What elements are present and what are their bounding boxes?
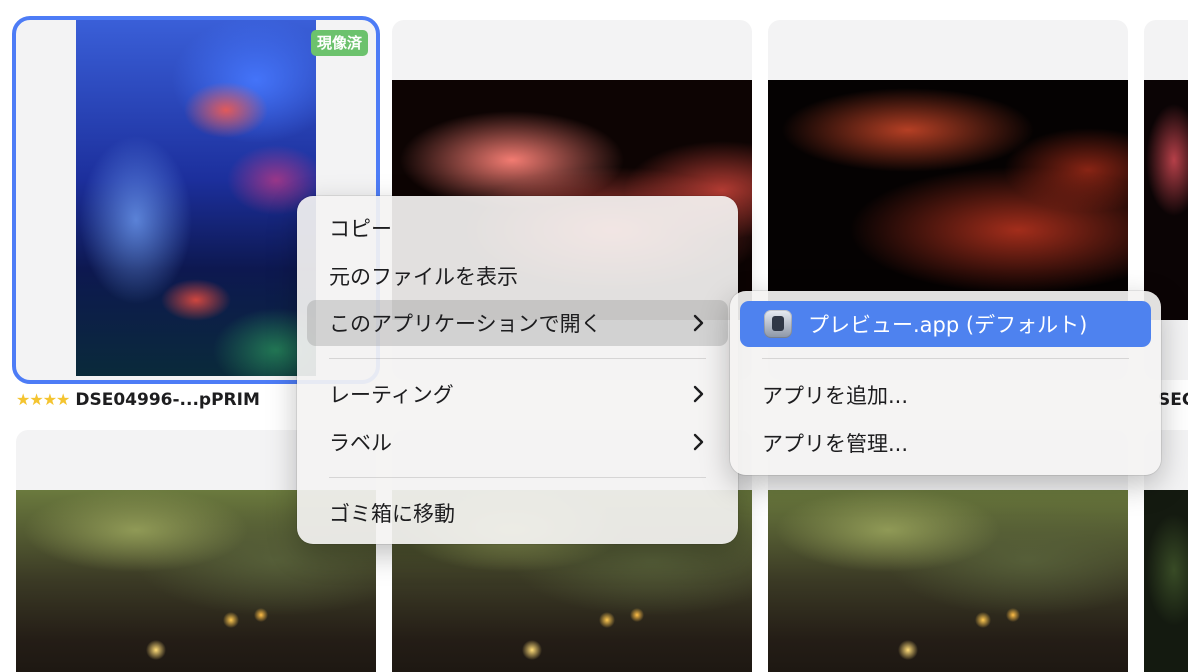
submenu-item-label: アプリを追加... (762, 384, 909, 408)
menu-item-label: 元のファイルを表示 (329, 265, 518, 289)
submenu-item-label: アプリを管理... (762, 432, 909, 456)
photo-caption: ★★★★ DSE04996-...pPRIM (16, 390, 260, 410)
menu-item-copy[interactable]: コピー (307, 205, 728, 251)
photo-thumbnail (1144, 80, 1188, 320)
chevron-right-icon (693, 314, 704, 332)
open-with-submenu: プレビュー.app (デフォルト) アプリを追加... アプリを管理... (730, 291, 1161, 475)
submenu-item-add-app[interactable]: アプリを追加... (740, 372, 1151, 418)
preview-app-icon (764, 310, 792, 338)
menu-item-label: このアプリケーションで開く (329, 312, 602, 336)
photo-filename: DSE04996-...pPRIM (75, 390, 260, 410)
photo-caption-fragment: SEC (1158, 390, 1188, 410)
submenu-item-preview[interactable]: プレビュー.app (デフォルト) (740, 301, 1151, 347)
chevron-right-icon (693, 433, 704, 451)
menu-item-show-original[interactable]: 元のファイルを表示 (307, 253, 728, 299)
menu-item-label: コピー (329, 217, 392, 241)
menu-item-rating[interactable]: レーティング (307, 371, 728, 417)
menu-item-open-with[interactable]: このアプリケーションで開く (307, 300, 728, 346)
photo-thumbnail (1144, 490, 1188, 672)
photo-thumbnail (768, 80, 1128, 320)
menu-separator (329, 358, 706, 359)
context-menu: コピー 元のファイルを表示 このアプリケーションで開く レーティング ラベル ゴ… (297, 196, 738, 544)
menu-item-label: ゴミ箱に移動 (329, 502, 455, 526)
photo-thumbnail (76, 20, 316, 376)
submenu-item-label: プレビュー.app (デフォルト) (808, 313, 1088, 337)
rating-stars: ★★★★ (16, 390, 70, 409)
chevron-right-icon (693, 385, 704, 403)
menu-separator (329, 477, 706, 478)
menu-item-label-submenu[interactable]: ラベル (307, 419, 728, 465)
photo-thumbnail (768, 490, 1128, 672)
menu-item-label: ラベル (329, 431, 392, 455)
menu-item-trash[interactable]: ゴミ箱に移動 (307, 490, 728, 536)
menu-item-label: レーティング (329, 383, 454, 407)
submenu-item-manage-apps[interactable]: アプリを管理... (740, 420, 1151, 466)
menu-separator (762, 358, 1129, 359)
developed-badge: 現像済 (310, 30, 368, 56)
